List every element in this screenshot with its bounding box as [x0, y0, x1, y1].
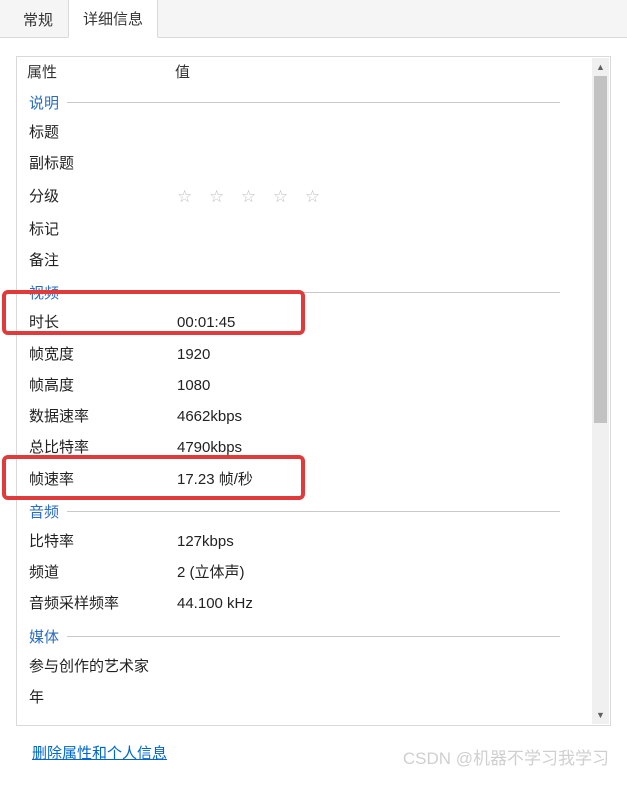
- label-frame-rate: 帧速率: [29, 468, 177, 491]
- scroll-track[interactable]: [592, 76, 609, 706]
- label-frame-width: 帧宽度: [29, 343, 177, 366]
- value-total-bitrate: 4790kbps: [177, 436, 582, 459]
- col-property: 属性: [27, 61, 175, 82]
- section-audio-label: 音频: [29, 501, 59, 522]
- label-comments: 备注: [29, 249, 177, 272]
- label-title: 标题: [29, 121, 177, 144]
- scrollbar-vertical[interactable]: ▲ ▼: [592, 58, 609, 724]
- section-description: 说明: [19, 86, 590, 117]
- label-year: 年: [29, 686, 177, 709]
- row-sample-rate[interactable]: 音频采样频率 44.100 kHz: [19, 588, 590, 619]
- row-title[interactable]: 标题: [19, 117, 590, 148]
- row-frame-rate[interactable]: 帧速率 17.23 帧/秒: [19, 464, 590, 495]
- section-audio: 音频: [19, 495, 590, 526]
- section-video-label: 视频: [29, 282, 59, 303]
- row-total-bitrate[interactable]: 总比特率 4790kbps: [19, 432, 590, 463]
- section-description-label: 说明: [29, 92, 59, 113]
- details-panel: 属性 值 说明 标题 副标题 分级 ☆ ☆ ☆ ☆ ☆: [0, 38, 627, 789]
- tab-details[interactable]: 详细信息: [68, 0, 158, 38]
- section-video: 视频: [19, 276, 590, 307]
- rule-icon: [67, 511, 560, 512]
- label-sample-rate: 音频采样频率: [29, 592, 177, 615]
- label-artist: 参与创作的艺术家: [29, 655, 209, 678]
- row-frame-height[interactable]: 帧高度 1080: [19, 370, 590, 401]
- rule-icon: [67, 636, 560, 637]
- row-duration[interactable]: 时长 00:01:45: [19, 307, 590, 338]
- value-duration: 00:01:45: [177, 311, 582, 334]
- label-frame-height: 帧高度: [29, 374, 177, 397]
- row-rating[interactable]: 分级 ☆ ☆ ☆ ☆ ☆: [19, 180, 590, 214]
- value-data-rate: 4662kbps: [177, 405, 582, 428]
- scroll-thumb[interactable]: [594, 76, 607, 423]
- label-total-bitrate: 总比特率: [29, 436, 177, 459]
- label-duration: 时长: [29, 311, 177, 334]
- rule-icon: [67, 102, 560, 103]
- row-artist[interactable]: 参与创作的艺术家: [19, 651, 590, 682]
- label-rating: 分级: [29, 185, 177, 208]
- value-rating-stars[interactable]: ☆ ☆ ☆ ☆ ☆: [177, 184, 582, 210]
- rule-icon: [67, 292, 560, 293]
- label-channels: 频道: [29, 561, 177, 584]
- properties-box: 属性 值 说明 标题 副标题 分级 ☆ ☆ ☆ ☆ ☆: [16, 56, 611, 726]
- value-frame-width: 1920: [177, 343, 582, 366]
- scroll-down-button[interactable]: ▼: [592, 706, 609, 724]
- row-year[interactable]: 年: [19, 682, 590, 713]
- col-value: 值: [175, 61, 602, 82]
- row-data-rate[interactable]: 数据速率 4662kbps: [19, 401, 590, 432]
- row-channels[interactable]: 频道 2 (立体声): [19, 557, 590, 588]
- section-media: 媒体: [19, 620, 590, 651]
- value-channels: 2 (立体声): [177, 561, 582, 584]
- label-tags: 标记: [29, 218, 177, 241]
- value-frame-rate: 17.23 帧/秒: [177, 468, 582, 491]
- row-comments[interactable]: 备注: [19, 245, 590, 276]
- remove-properties-link[interactable]: 删除属性和个人信息: [32, 745, 167, 762]
- row-subtitle[interactable]: 副标题: [19, 148, 590, 179]
- value-frame-height: 1080: [177, 374, 582, 397]
- label-data-rate: 数据速率: [29, 405, 177, 428]
- properties-list: 说明 标题 副标题 分级 ☆ ☆ ☆ ☆ ☆ 标记: [17, 86, 610, 725]
- scroll-up-button[interactable]: ▲: [592, 58, 609, 76]
- footer: 删除属性和个人信息: [16, 726, 611, 779]
- section-media-label: 媒体: [29, 626, 59, 647]
- tab-general[interactable]: 常规: [8, 0, 68, 38]
- row-tags[interactable]: 标记: [19, 214, 590, 245]
- column-headers: 属性 值: [17, 57, 610, 86]
- label-subtitle: 副标题: [29, 152, 177, 175]
- value-audio-bitrate: 127kbps: [177, 530, 582, 553]
- label-audio-bitrate: 比特率: [29, 530, 177, 553]
- tabs-bar: 常规 详细信息: [0, 0, 627, 38]
- row-frame-width[interactable]: 帧宽度 1920: [19, 339, 590, 370]
- row-audio-bitrate[interactable]: 比特率 127kbps: [19, 526, 590, 557]
- value-sample-rate: 44.100 kHz: [177, 592, 582, 615]
